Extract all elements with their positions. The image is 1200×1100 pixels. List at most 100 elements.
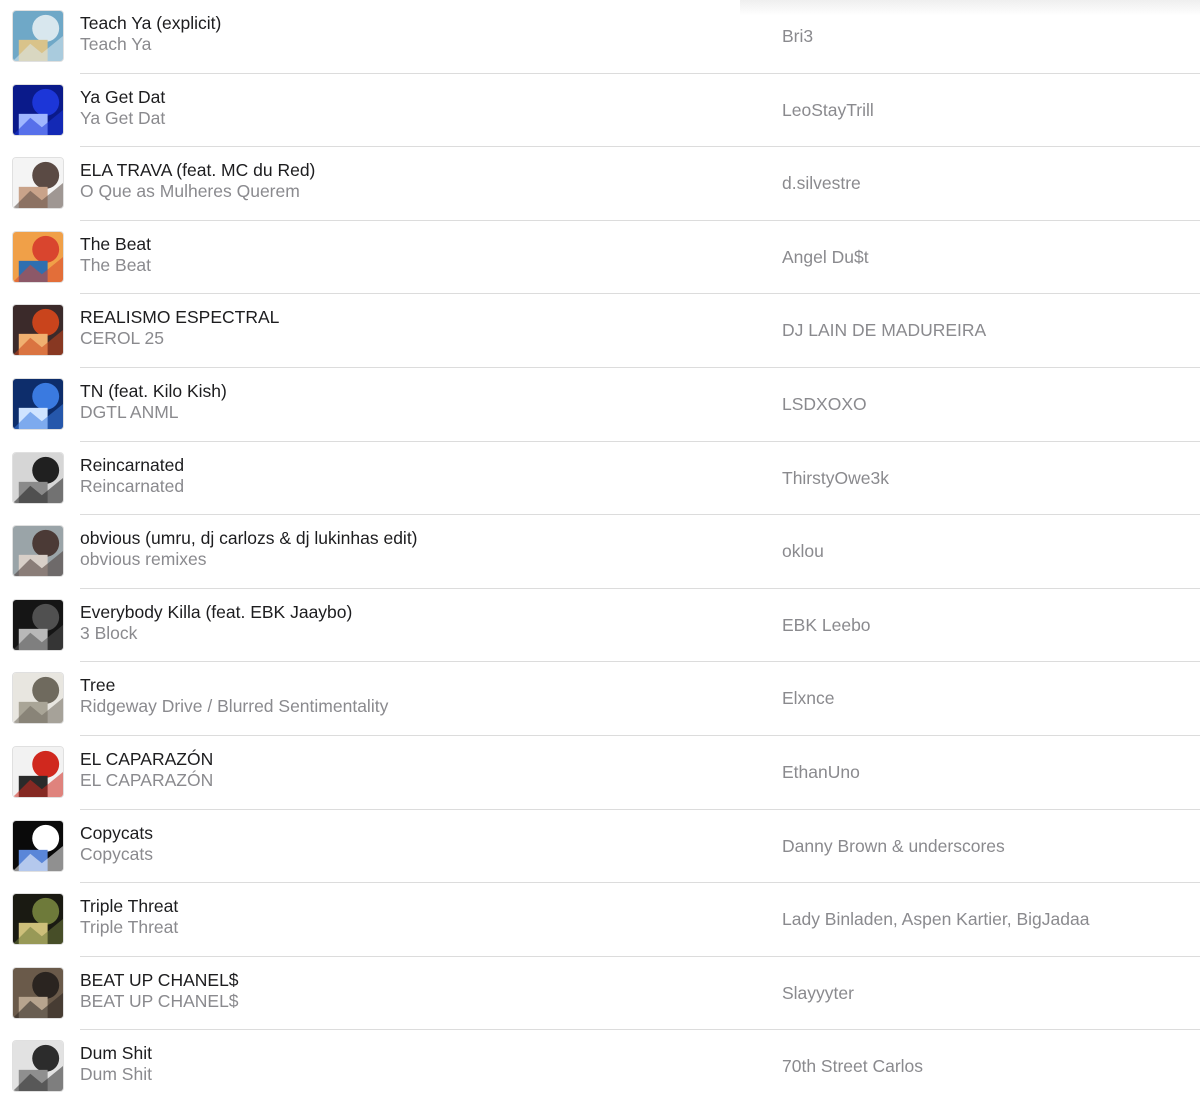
track-title[interactable]: obvious (umru, dj carlozs & dj lukinhas … (80, 528, 740, 549)
track-row[interactable]: Triple Threat Triple Threat Lady Binlade… (0, 883, 1200, 957)
track-row[interactable]: Reincarnated Reincarnated ThirstyOwe3k (0, 442, 1200, 516)
track-artist[interactable]: 70th Street Carlos (782, 1054, 923, 1078)
track-title[interactable]: Dum Shit (80, 1043, 740, 1064)
track-row[interactable]: BEAT UP CHANEL$ BEAT UP CHANEL$ Slayyyte… (0, 957, 1200, 1031)
track-title[interactable]: Triple Threat (80, 896, 740, 917)
track-artist[interactable]: EBK Leebo (782, 613, 871, 637)
track-artist[interactable]: LeoStayTrill (782, 98, 874, 122)
track-row[interactable]: REALISMO ESPECTRAL CEROL 25 DJ LAIN DE M… (0, 294, 1200, 368)
track-album[interactable]: EL CAPARAZÓN (80, 770, 740, 791)
track-artist[interactable]: Elxnce (782, 686, 835, 710)
album-artwork[interactable] (12, 893, 64, 946)
track-album[interactable]: DGTL ANML (80, 402, 740, 423)
track-album[interactable]: Triple Threat (80, 917, 740, 938)
track-row[interactable]: Dum Shit Dum Shit 70th Street Carlos (0, 1030, 1200, 1100)
track-row[interactable]: ELA TRAVA (feat. MC du Red) O Que as Mul… (0, 147, 1200, 221)
track-album[interactable]: Teach Ya (80, 34, 740, 55)
tennis-player-artwork (13, 11, 63, 61)
album-artwork[interactable] (12, 819, 64, 872)
fire-artwork (13, 305, 63, 356)
portrait-artwork (13, 158, 63, 209)
track-album[interactable]: Ya Get Dat (80, 108, 740, 129)
track-info: Everybody Killa (feat. EBK Jaaybo) 3 Blo… (80, 602, 740, 644)
collage-artwork (13, 746, 63, 797)
track-title[interactable]: Copycats (80, 823, 740, 844)
script-text-artwork (13, 84, 63, 135)
track-album[interactable]: O Que as Mulheres Querem (80, 181, 740, 202)
album-artwork[interactable] (12, 525, 64, 578)
track-album[interactable]: Ridgeway Drive / Blurred Sentimentality (80, 696, 740, 717)
album-artwork[interactable] (12, 10, 64, 62)
track-title[interactable]: Ya Get Dat (80, 87, 740, 108)
track-title[interactable]: EL CAPARAZÓN (80, 749, 740, 770)
album-artwork[interactable] (12, 230, 64, 283)
photo-artwork (13, 526, 63, 577)
track-row[interactable]: Copycats Copycats Danny Brown & undersco… (0, 810, 1200, 884)
album-artwork[interactable] (12, 598, 64, 651)
track-album[interactable]: obvious remixes (80, 549, 740, 570)
track-info: The Beat The Beat (80, 234, 740, 276)
track-info: TN (feat. Kilo Kish) DGTL ANML (80, 381, 740, 423)
track-artist[interactable]: Bri3 (782, 24, 813, 48)
album-artwork[interactable] (12, 157, 64, 210)
track-artist[interactable]: LSDXOXO (782, 392, 867, 416)
track-title[interactable]: Reincarnated (80, 455, 740, 476)
track-artist[interactable]: d.silvestre (782, 171, 861, 195)
track-title[interactable]: Everybody Killa (feat. EBK Jaaybo) (80, 602, 740, 623)
track-info: Ya Get Dat Ya Get Dat (80, 87, 740, 129)
track-title[interactable]: The Beat (80, 234, 740, 255)
track-album[interactable]: The Beat (80, 255, 740, 276)
track-artist[interactable]: Lady Binladen, Aspen Kartier, BigJadaa (782, 907, 1089, 931)
burst-artwork (13, 378, 63, 429)
track-info: ELA TRAVA (feat. MC du Red) O Que as Mul… (80, 160, 740, 202)
track-title[interactable]: Teach Ya (explicit) (80, 13, 740, 34)
track-list: Teach Ya (explicit) Teach Ya Bri3 Ya Get… (0, 0, 1200, 1100)
album-artwork[interactable] (12, 304, 64, 357)
track-artist[interactable]: DJ LAIN DE MADUREIRA (782, 318, 986, 342)
room-artwork (13, 673, 63, 724)
track-row[interactable]: TN (feat. Kilo Kish) DGTL ANML LSDXOXO (0, 368, 1200, 442)
track-album[interactable]: Copycats (80, 844, 740, 865)
album-artwork[interactable] (12, 1040, 64, 1093)
doorway-photo-artwork (13, 1041, 63, 1092)
track-album[interactable]: CEROL 25 (80, 328, 740, 349)
track-artist[interactable]: Slayyyter (782, 981, 854, 1005)
track-info: BEAT UP CHANEL$ BEAT UP CHANEL$ (80, 970, 740, 1012)
track-artist[interactable]: Danny Brown & underscores (782, 834, 1005, 858)
track-row[interactable]: Teach Ya (explicit) Teach Ya Bri3 (0, 0, 1200, 74)
track-row[interactable]: obvious (umru, dj carlozs & dj lukinhas … (0, 515, 1200, 589)
track-title[interactable]: BEAT UP CHANEL$ (80, 970, 740, 991)
album-artwork[interactable] (12, 745, 64, 798)
track-info: Copycats Copycats (80, 823, 740, 865)
track-album[interactable]: 3 Block (80, 623, 740, 644)
album-artwork[interactable] (12, 966, 64, 1019)
album-artwork[interactable] (12, 377, 64, 430)
track-row[interactable]: Everybody Killa (feat. EBK Jaaybo) 3 Blo… (0, 589, 1200, 663)
track-title[interactable]: ELA TRAVA (feat. MC du Red) (80, 160, 740, 181)
track-info: Teach Ya (explicit) Teach Ya (80, 13, 740, 55)
track-title[interactable]: TN (feat. Kilo Kish) (80, 381, 740, 402)
hooded-figure-artwork (13, 452, 63, 503)
track-title[interactable]: Tree (80, 675, 740, 696)
track-row[interactable]: The Beat The Beat Angel Du$t (0, 221, 1200, 295)
track-row[interactable]: Tree Ridgeway Drive / Blurred Sentimenta… (0, 662, 1200, 736)
track-info: Reincarnated Reincarnated (80, 455, 740, 497)
track-artist[interactable]: Angel Du$t (782, 245, 869, 269)
track-info: Triple Threat Triple Threat (80, 896, 740, 938)
track-artist[interactable]: oklou (782, 539, 824, 563)
album-artwork[interactable] (12, 451, 64, 504)
track-row[interactable]: EL CAPARAZÓN EL CAPARAZÓN EthanUno (0, 736, 1200, 810)
album-artwork[interactable] (12, 83, 64, 136)
album-artwork[interactable] (12, 672, 64, 725)
track-album[interactable]: Dum Shit (80, 1064, 740, 1085)
track-title[interactable]: REALISMO ESPECTRAL (80, 307, 740, 328)
track-album[interactable]: Reincarnated (80, 476, 740, 497)
track-info: Dum Shit Dum Shit (80, 1043, 740, 1085)
can-artwork (13, 231, 63, 282)
track-album[interactable]: BEAT UP CHANEL$ (80, 991, 740, 1012)
street-photo-artwork (13, 967, 63, 1018)
star-artwork (13, 820, 63, 871)
track-artist[interactable]: EthanUno (782, 760, 860, 784)
track-row[interactable]: Ya Get Dat Ya Get Dat LeoStayTrill (0, 74, 1200, 148)
track-artist[interactable]: ThirstyOwe3k (782, 466, 889, 490)
